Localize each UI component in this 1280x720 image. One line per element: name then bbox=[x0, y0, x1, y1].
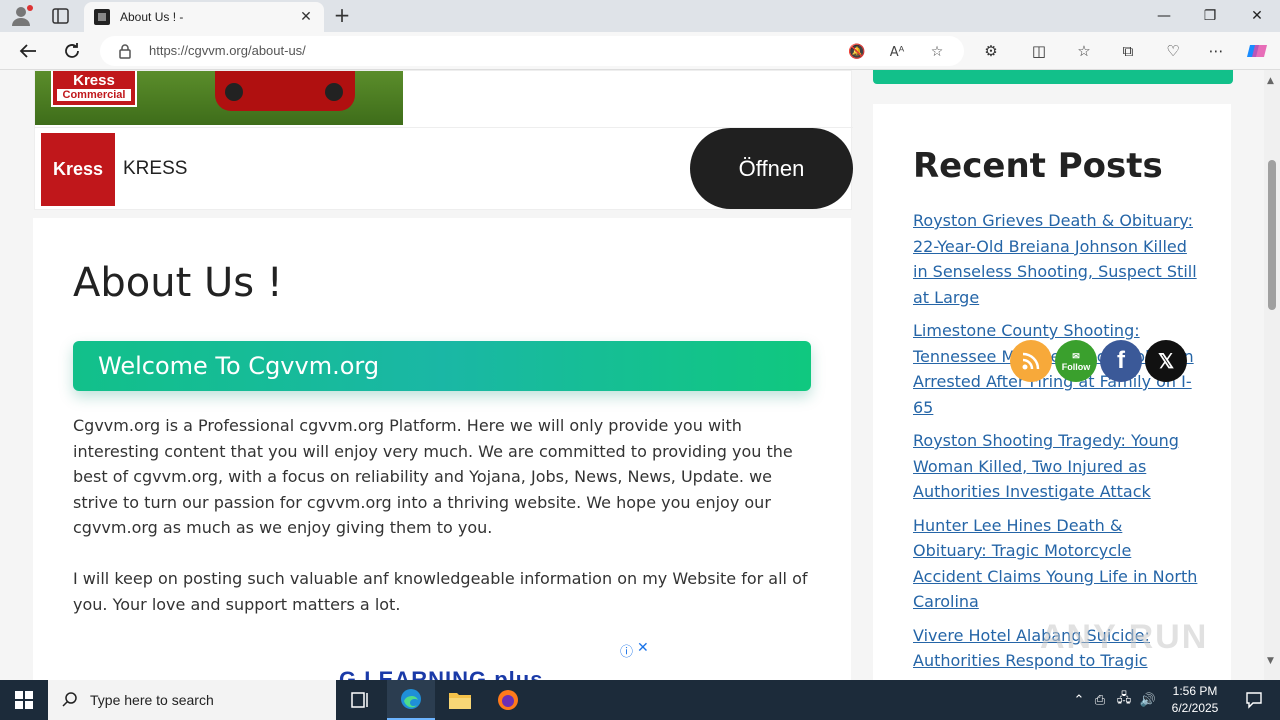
welcome-banner: Welcome To Cgvvm.org bbox=[73, 341, 811, 391]
network-device-icon[interactable]: ⎙ bbox=[1088, 693, 1112, 708]
anyrun-watermark: ANY RUN bbox=[1040, 618, 1209, 656]
email-follow-icon[interactable]: ✉ Follow bbox=[1055, 340, 1097, 382]
tab-title: About Us ! - bbox=[120, 10, 184, 24]
x-twitter-icon[interactable]: 𝕏 bbox=[1145, 340, 1187, 382]
recent-posts-title: Recent Posts bbox=[913, 146, 1163, 186]
profile-icon[interactable] bbox=[10, 5, 34, 27]
tab-actions-icon[interactable] bbox=[50, 6, 72, 26]
lock-icon[interactable] bbox=[118, 43, 134, 59]
refresh-button[interactable] bbox=[60, 39, 84, 63]
edge-taskbar-icon[interactable] bbox=[387, 680, 435, 720]
closing-paragraph: I will keep on posting such valuable anf… bbox=[73, 569, 808, 614]
volume-icon[interactable]: 🔊 bbox=[1136, 693, 1160, 708]
kress-commercial-badge: Kress Commercial bbox=[51, 71, 137, 107]
about-paragraph: Cgvvm.org is a Professional cgvvm.org Pl… bbox=[73, 416, 793, 537]
sidebar-green-widget bbox=[873, 70, 1233, 84]
email-icon: ✉ bbox=[1072, 350, 1080, 361]
mower-graphic bbox=[215, 71, 355, 111]
favorites-icon[interactable]: ☆ bbox=[1073, 41, 1095, 61]
close-tab-icon[interactable]: ✕ bbox=[298, 9, 314, 25]
facebook-icon[interactable]: f bbox=[1100, 340, 1142, 382]
collections-icon[interactable]: ⧉ bbox=[1117, 41, 1139, 61]
minimize-button[interactable]: — bbox=[1141, 0, 1187, 32]
site-favicon-icon bbox=[94, 9, 110, 25]
browser-tabbar: About Us ! - ✕ + — ❐ ✕ bbox=[0, 0, 1280, 32]
address-bar[interactable]: https://cgvvm.org/about-us/ 🔕 Aᴬ ☆ bbox=[100, 36, 964, 66]
restore-button[interactable]: ❐ bbox=[1187, 0, 1233, 32]
bottom-ad[interactable]: G LEARNING plus ⓘ ✕ bbox=[233, 640, 653, 680]
split-screen-icon[interactable]: ◫ bbox=[1028, 41, 1050, 61]
url-text[interactable]: https://cgvvm.org/about-us/ bbox=[149, 43, 306, 58]
firefox-icon[interactable] bbox=[484, 680, 532, 720]
ad-brand-row[interactable]: Kress KRESS Öffnen bbox=[35, 127, 853, 211]
windows-taskbar: Type here to search ⌃ ⎙ 🖧 🔊 1:56 PM 6/2/… bbox=[0, 680, 1280, 720]
clock-date: 6/2/2025 bbox=[1171, 701, 1219, 715]
taskbar-search[interactable]: Type here to search bbox=[48, 680, 336, 720]
more-menu-icon[interactable]: ⋯ bbox=[1205, 41, 1227, 61]
tray-chevron-icon[interactable]: ⌃ bbox=[1070, 693, 1088, 708]
browser-essentials-icon[interactable]: ♡ bbox=[1162, 41, 1184, 61]
notifications-blocked-icon[interactable]: 🔕 bbox=[848, 43, 866, 61]
favorite-star-icon[interactable]: ☆ bbox=[928, 43, 946, 61]
list-item: Hunter Lee Hines Death & Obituary: Tragi… bbox=[913, 513, 1198, 615]
extensions-icon[interactable]: ⚙ bbox=[980, 41, 1002, 61]
rss-icon[interactable] bbox=[1010, 340, 1052, 382]
kress-logo[interactable]: Kress bbox=[41, 133, 115, 206]
welcome-heading: Welcome To Cgvvm.org bbox=[98, 352, 380, 380]
search-placeholder[interactable]: Type here to search bbox=[90, 692, 214, 708]
post-link[interactable]: Hunter Lee Hines Death & Obituary: Tragi… bbox=[913, 516, 1197, 612]
address-toolbar: https://cgvvm.org/about-us/ 🔕 Aᴬ ☆ ⚙ ◫ ☆… bbox=[0, 32, 1280, 70]
copilot-icon[interactable] bbox=[1246, 41, 1268, 61]
bottom-ad-logo[interactable]: G LEARNING plus bbox=[339, 667, 543, 680]
kress-ad[interactable]: Kress Commercial Kress KRESS Öffnen bbox=[34, 70, 853, 211]
network-icon[interactable]: 🖧 bbox=[1112, 689, 1136, 711]
main-content: About Us ! Welcome To Cgvvm.org Cgvvm.or… bbox=[33, 218, 851, 680]
page-viewport: Kress Commercial Kress KRESS Öffnen Abou… bbox=[0, 70, 1264, 680]
notification-icon[interactable] bbox=[1230, 680, 1278, 720]
page-title: About Us ! bbox=[73, 260, 283, 306]
post-link[interactable]: Royston Shooting Tragedy: Young Woman Ki… bbox=[913, 431, 1179, 501]
clock-time: 1:56 PM bbox=[1172, 684, 1218, 698]
windows-start-icon[interactable] bbox=[0, 680, 48, 720]
system-tray: ⌃ ⎙ 🖧 🔊 bbox=[1070, 680, 1160, 720]
page-scrollbar[interactable]: ▲ ▼ bbox=[1264, 70, 1280, 680]
scroll-down-arrow-icon[interactable]: ▼ bbox=[1267, 656, 1274, 666]
ad-info-icon[interactable]: ⓘ bbox=[620, 641, 633, 660]
task-view-icon[interactable] bbox=[336, 680, 384, 720]
close-window-button[interactable]: ✕ bbox=[1234, 0, 1280, 32]
new-tab-button[interactable]: + bbox=[330, 4, 354, 28]
mower-ad-image[interactable]: Kress Commercial bbox=[35, 71, 403, 125]
list-item: Royston Grieves Death & Obituary: 22-Yea… bbox=[913, 208, 1198, 310]
scroll-thumb[interactable] bbox=[1268, 160, 1276, 310]
back-button[interactable] bbox=[16, 39, 40, 63]
recent-posts-widget: Recent Posts Royston Grieves Death & Obi… bbox=[873, 104, 1231, 680]
ad-brand-name[interactable]: KRESS bbox=[123, 158, 187, 180]
ad-open-button[interactable]: Öffnen bbox=[690, 128, 853, 209]
tab-active[interactable]: About Us ! - ✕ bbox=[84, 2, 324, 32]
read-aloud-icon[interactable]: Aᴬ bbox=[888, 43, 906, 61]
scroll-up-arrow-icon[interactable]: ▲ bbox=[1267, 76, 1274, 86]
post-link[interactable]: Royston Grieves Death & Obituary: 22-Yea… bbox=[913, 211, 1197, 307]
list-item: Royston Shooting Tragedy: Young Woman Ki… bbox=[913, 428, 1198, 505]
follow-label: Follow bbox=[1061, 361, 1091, 372]
ad-close-icon[interactable]: ✕ bbox=[637, 640, 649, 656]
file-explorer-icon[interactable] bbox=[436, 680, 484, 720]
search-icon bbox=[62, 692, 77, 707]
recent-posts-list: Royston Grieves Death & Obituary: 22-Yea… bbox=[913, 208, 1198, 680]
taskbar-clock[interactable]: 1:56 PM 6/2/2025 bbox=[1160, 683, 1230, 717]
